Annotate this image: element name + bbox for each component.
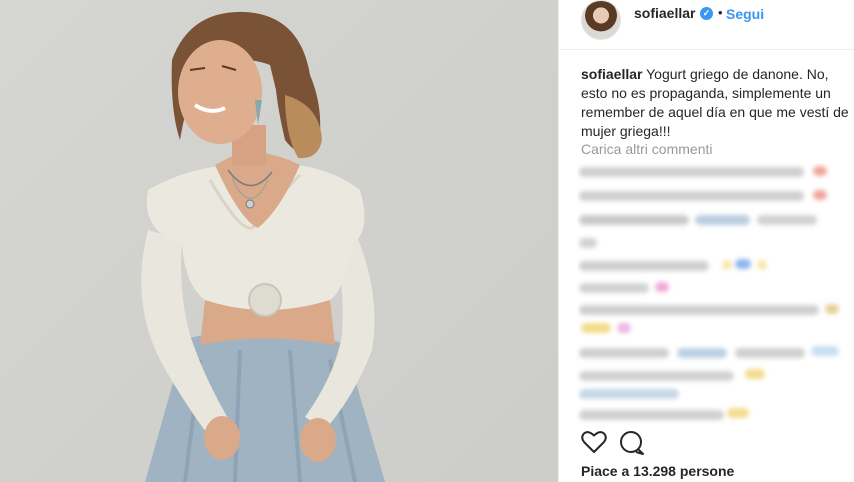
blurred-comment-line	[579, 371, 734, 381]
blurred-comment-line	[579, 283, 649, 293]
post-caption: sofiaellar Yogurt griego de danone. No, …	[581, 65, 853, 141]
blurred-comment-emoji	[757, 260, 767, 270]
blurred-comment-emoji	[727, 408, 749, 418]
blurred-comment-emoji	[655, 282, 669, 292]
separator-dot: •	[718, 5, 723, 20]
blurred-comment-line	[579, 410, 724, 420]
blurred-comment-line	[579, 215, 689, 225]
blurred-comment-emoji	[813, 190, 827, 200]
blurred-comment-emoji	[745, 369, 765, 379]
heart-icon[interactable]	[581, 430, 607, 454]
header-username[interactable]: sofiaellar	[634, 5, 695, 21]
blurred-comment-line	[579, 167, 804, 177]
post-header: sofiaellar ✓ • Segui	[559, 0, 854, 50]
blurred-comment-line	[579, 389, 679, 399]
load-more-comments-link[interactable]: Carica altri commenti	[581, 141, 712, 157]
follow-button[interactable]: Segui	[726, 6, 764, 22]
woman-photo-illustration	[0, 0, 558, 482]
blurred-comment-line	[579, 191, 804, 201]
blurred-comment-emoji	[722, 260, 732, 270]
comment-icon[interactable]	[619, 430, 645, 456]
blurred-comment-emoji	[825, 304, 839, 314]
blurred-comment-line	[757, 215, 817, 225]
verified-badge-icon: ✓	[700, 7, 713, 20]
blurred-comment-line	[579, 305, 819, 315]
blurred-comment-line	[695, 215, 750, 225]
post-side-panel: sofiaellar ✓ • Segui sofiaellar Yogurt g…	[558, 0, 854, 482]
blurred-comment-line	[735, 348, 805, 358]
post-photo[interactable]	[0, 0, 558, 482]
blurred-comment-line	[579, 238, 597, 248]
blurred-comment-emoji	[735, 259, 751, 269]
comments-list-blurred	[577, 163, 853, 425]
blurred-comment-emoji	[811, 346, 839, 356]
blurred-comment-line	[579, 348, 669, 358]
caption-username[interactable]: sofiaellar	[581, 66, 642, 82]
blurred-comment-line	[677, 348, 727, 358]
likes-count[interactable]: Piace a 13.298 persone	[581, 463, 734, 479]
blurred-comment-line	[579, 261, 709, 271]
blurred-comment-emoji	[617, 323, 631, 333]
blurred-comment-emoji	[813, 166, 827, 176]
blurred-comment-emoji	[581, 323, 611, 333]
avatar[interactable]	[581, 0, 621, 40]
